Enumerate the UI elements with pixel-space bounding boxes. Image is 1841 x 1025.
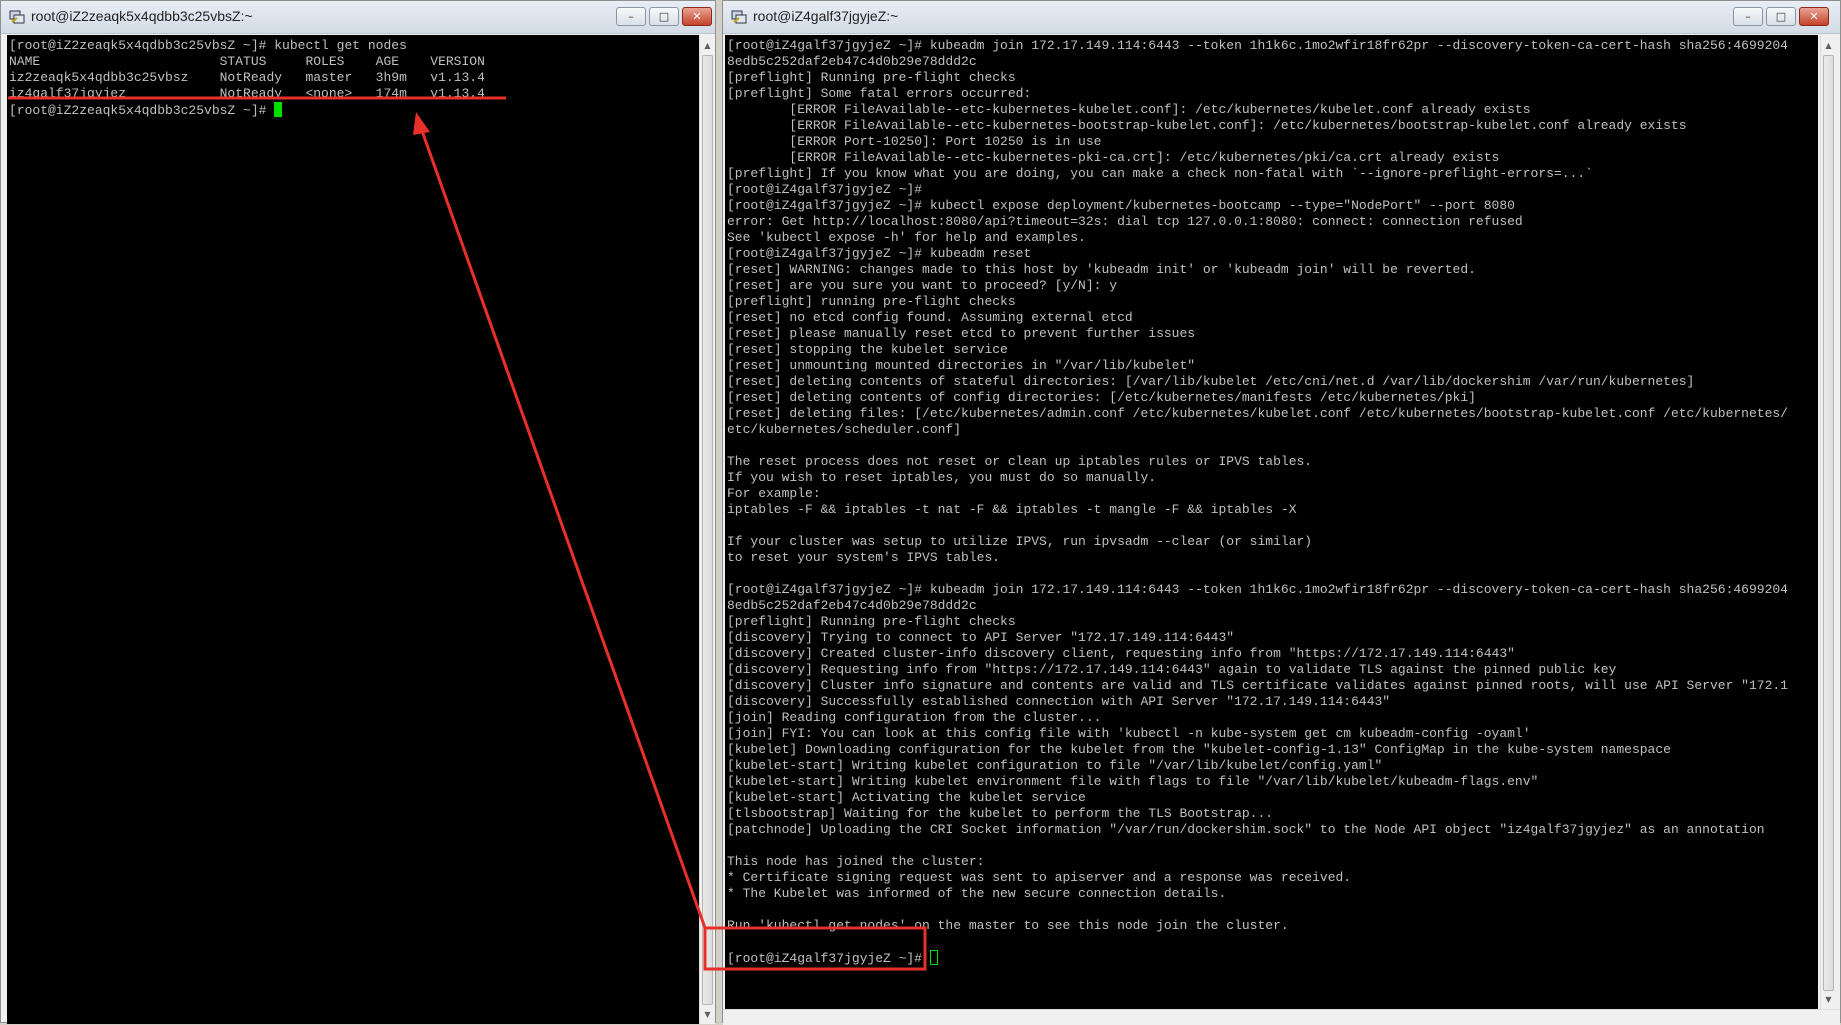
terminal-line: [ERROR FileAvailable--etc-kubernetes-boo… (727, 118, 1687, 133)
putty-icon (731, 10, 747, 24)
minimize-button[interactable]: – (616, 7, 646, 26)
right-vertical-scrollbar[interactable]: ▲ ▼ (1820, 35, 1836, 1009)
terminal-line: error: Get http://localhost:8080/api?tim… (727, 214, 1523, 229)
terminal-line: [kubelet-start] Writing kubelet environm… (727, 774, 1539, 789)
terminal-line: See 'kubectl expose -h' for help and exa… (727, 230, 1086, 245)
terminal-line: [preflight] Running pre-flight checks (727, 70, 1016, 85)
terminal-line: [root@iZ4galf37jgyjeZ ~]# kubeadm join 1… (727, 582, 1788, 597)
terminal-line: [join] FYI: You can look at this config … (727, 726, 1531, 741)
terminal-line: [root@iZ4galf37jgyjeZ ~]# kubectl expose… (727, 198, 1515, 213)
terminal-line: 8edb5c252daf2eb47c4d0b29e78ddd2c (727, 598, 977, 613)
left-terminal-output[interactable]: [root@iZ2zeaqk5x4qdbb3c25vbsZ ~]# kubect… (7, 35, 699, 1024)
terminal-line: [reset] deleting contents of config dire… (727, 390, 1476, 405)
left-window-title: root@iZ2zeaqk5x4qdbb3c25vbsZ:~ (31, 8, 253, 24)
prompt-line: [root@iZ2zeaqk5x4qdbb3c25vbsZ ~]# (9, 102, 699, 118)
scroll-down-arrow-icon[interactable]: ▼ (1821, 991, 1836, 1007)
terminal-line: [root@iZ4galf37jgyjeZ ~]# kubeadm join 1… (727, 38, 1788, 53)
terminal-line: iz2zeaqk5x4qdbb3c25vbsz NotReady master … (9, 70, 485, 85)
terminal-line: [root@iZ4galf37jgyjeZ ~]# kubeadm reset (727, 246, 1032, 261)
terminal-line: [ERROR Port-10250]: Port 10250 is in use (727, 134, 1102, 149)
prompt-line: [root@iZ4galf37jgyjeZ ~]# (727, 950, 1818, 966)
terminal-line: to reset your system's IPVS tables. (727, 550, 1001, 565)
scroll-down-arrow-icon[interactable]: ▼ (700, 1006, 715, 1022)
terminal-line: [reset] please manually reset etcd to pr… (727, 326, 1196, 341)
left-vertical-scrollbar[interactable]: ▲ ▼ (699, 35, 715, 1024)
terminal-line: If your cluster was setup to utilize IPV… (727, 534, 1313, 549)
scroll-thumb[interactable] (702, 55, 713, 1005)
terminal-line: [kubelet-start] Activating the kubelet s… (727, 790, 1086, 805)
terminal-line: [reset] no etcd config found. Assuming e… (727, 310, 1133, 325)
left-title-bar[interactable]: root@iZ2zeaqk5x4qdbb3c25vbsZ:~ – □ ✕ (1, 1, 715, 34)
scroll-up-arrow-icon[interactable]: ▲ (1821, 37, 1836, 53)
scroll-up-arrow-icon[interactable]: ▲ (700, 37, 715, 53)
terminal-line: This node has joined the cluster: (727, 854, 985, 869)
terminal-line: [discovery] Requesting info from "https:… (727, 662, 1617, 677)
right-title-bar[interactable]: root@iZ4galf37jgyjeZ:~ – □ ✕ (723, 1, 1840, 34)
terminal-cursor (929, 950, 938, 965)
left-terminal-window[interactable]: root@iZ2zeaqk5x4qdbb3c25vbsZ:~ – □ ✕ [ro… (0, 0, 716, 1024)
putty-icon (9, 10, 25, 24)
close-button[interactable]: ✕ (1799, 7, 1829, 26)
terminal-line: Run 'kubectl get nodes' on the master to… (727, 918, 1289, 933)
terminal-line: If you wish to reset iptables, you must … (727, 470, 1157, 485)
terminal-line: [reset] WARNING: changes made to this ho… (727, 262, 1476, 277)
terminal-line: etc/kubernetes/scheduler.conf] (727, 422, 962, 437)
terminal-line: [root@iZ4galf37jgyjeZ ~]# (727, 182, 923, 197)
terminal-line: [discovery] Trying to connect to API Ser… (727, 630, 1235, 645)
maximize-button[interactable]: □ (1766, 7, 1796, 26)
terminal-line: [patchnode] Uploading the CRI Socket inf… (727, 822, 1765, 837)
maximize-button[interactable]: □ (649, 7, 679, 26)
terminal-line: [join] Reading configuration from the cl… (727, 710, 1102, 725)
terminal-line: [preflight] Running pre-flight checks (727, 614, 1016, 629)
close-button[interactable]: ✕ (682, 7, 712, 26)
terminal-line: [kubelet-start] Writing kubelet configur… (727, 758, 1383, 773)
terminal-line: * The Kubelet was informed of the new se… (727, 886, 1227, 901)
right-window-title: root@iZ4galf37jgyjeZ:~ (753, 8, 899, 24)
terminal-line: [reset] deleting files: [/etc/kubernetes… (727, 406, 1788, 421)
terminal-line: [root@iZ2zeaqk5x4qdbb3c25vbsZ ~]# kubect… (9, 38, 407, 53)
terminal-line: [reset] unmounting mounted directories i… (727, 358, 1196, 373)
terminal-line: [reset] stopping the kubelet service (727, 342, 1008, 357)
terminal-line: [preflight] If you know what you are doi… (727, 166, 1593, 181)
terminal-line: [discovery] Created cluster-info discove… (727, 646, 1515, 661)
terminal-line: iz4galf37jgyjez NotReady <none> 174m v1.… (9, 86, 485, 101)
terminal-prompt: [root@iZ4galf37jgyjeZ ~]# (727, 951, 930, 966)
right-terminal-window[interactable]: root@iZ4galf37jgyjeZ:~ – □ ✕ [root@iZ4ga… (722, 0, 1841, 1025)
terminal-cursor (274, 102, 283, 117)
terminal-line: [reset] are you sure you want to proceed… (727, 278, 1118, 293)
minimize-button[interactable]: – (1733, 7, 1763, 26)
terminal-line: [preflight] Some fatal errors occurred: (727, 86, 1032, 101)
terminal-line: * Certificate signing request was sent t… (727, 870, 1352, 885)
right-terminal-output[interactable]: [root@iZ4galf37jgyjeZ ~]# kubeadm join 1… (725, 35, 1818, 1009)
terminal-line: iptables -F && iptables -t nat -F && ipt… (727, 502, 1297, 517)
terminal-line: 8edb5c252daf2eb47c4d0b29e78ddd2c (727, 54, 977, 69)
terminal-line: The reset process does not reset or clea… (727, 454, 1313, 469)
terminal-line: [ERROR FileAvailable--etc-kubernetes-pki… (727, 150, 1500, 165)
terminal-line: For example: (727, 486, 821, 501)
terminal-line: [tlsbootstrap] Waiting for the kubelet t… (727, 806, 1274, 821)
terminal-line: [kubelet] Downloading configuration for … (727, 742, 1671, 757)
terminal-line: [ERROR FileAvailable--etc-kubernetes-kub… (727, 102, 1531, 117)
scroll-thumb[interactable] (1823, 55, 1834, 991)
terminal-prompt: [root@iZ2zeaqk5x4qdbb3c25vbsZ ~]# (9, 103, 275, 118)
terminal-line: NAME STATUS ROLES AGE VERSION (9, 54, 485, 69)
terminal-line: [reset] deleting contents of stateful di… (727, 374, 1695, 389)
terminal-line: [preflight] running pre-flight checks (727, 294, 1016, 309)
terminal-line: [discovery] Cluster info signature and c… (727, 678, 1788, 693)
terminal-line: [discovery] Successfully established con… (727, 694, 1391, 709)
